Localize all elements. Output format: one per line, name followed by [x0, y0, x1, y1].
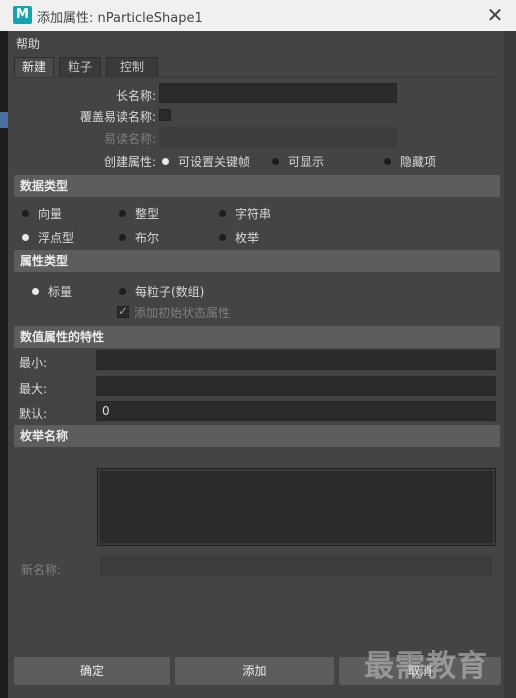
radio-dot-icon	[219, 210, 226, 217]
window-title: 添加属性: nParticleShape1	[37, 11, 203, 26]
default-label: 默认:	[19, 407, 48, 421]
radio-dot-icon	[162, 158, 169, 165]
background-accent	[0, 112, 8, 128]
background-right-strip	[504, 31, 516, 698]
background-left-strip	[0, 31, 8, 698]
radio-dot-icon	[272, 158, 279, 165]
radio-float[interactable]: 浮点型	[22, 229, 74, 246]
long-name-field[interactable]	[159, 83, 397, 103]
radio-per-particle[interactable]: 每粒子(数组)	[119, 283, 204, 300]
radio-dot-icon	[119, 210, 126, 217]
initial-state-checkbox	[117, 304, 129, 318]
nice-name-label: 易读名称:	[103, 132, 156, 146]
watermark-logo: 最需教育	[364, 649, 488, 684]
menu-help[interactable]: 帮助	[16, 35, 40, 52]
minimum-field[interactable]	[96, 350, 496, 370]
override-nice-name-label: 覆盖易读名称:	[79, 110, 156, 124]
radio-dot-icon	[32, 288, 39, 295]
radio-dot-icon	[22, 234, 29, 241]
radio-scalar[interactable]: 标量	[32, 283, 72, 300]
override-nice-name-checkbox[interactable]	[159, 109, 171, 121]
default-field[interactable]: 0	[96, 401, 496, 421]
maximum-field[interactable]	[96, 376, 496, 396]
enum-names-list	[97, 468, 496, 546]
radio-dot-icon	[22, 210, 29, 217]
new-name-label: 新名称:	[21, 563, 62, 577]
radio-dot-icon	[119, 234, 126, 241]
minimum-label: 最小:	[19, 356, 48, 370]
ok-button[interactable]: 确定	[14, 657, 170, 685]
radio-dot-icon	[384, 158, 391, 165]
radio-dot-icon	[119, 288, 126, 295]
new-name-field	[100, 556, 492, 576]
maya-app-icon: M	[13, 6, 32, 24]
close-icon[interactable]: ✕	[484, 4, 506, 26]
maximum-label: 最大:	[19, 382, 48, 396]
nice-name-field	[159, 127, 397, 147]
tab-content-new: 长名称: 覆盖易读名称: 易读名称: 创建属性: 可设置关键帧 可显示 隐藏项 …	[14, 77, 500, 645]
section-numeric-properties[interactable]: 数值属性的特性	[14, 326, 500, 348]
radio-boolean[interactable]: 布尔	[119, 229, 159, 246]
radio-enum[interactable]: 枚举	[219, 229, 259, 246]
add-button[interactable]: 添加	[175, 657, 334, 685]
make-attribute-label: 创建属性:	[103, 155, 156, 169]
tab-new[interactable]: 新建	[14, 57, 54, 77]
radio-hidden[interactable]: 隐藏项	[384, 153, 436, 170]
section-attribute-type[interactable]: 属性类型	[14, 250, 500, 272]
tab-control[interactable]: 控制	[106, 57, 158, 77]
title-bar: M 添加属性: nParticleShape1 ✕	[0, 0, 516, 31]
radio-displayable[interactable]: 可显示	[272, 153, 324, 170]
radio-integer[interactable]: 整型	[119, 205, 159, 222]
long-name-label: 长名称:	[115, 89, 156, 103]
initial-state-label: 添加初始状态属性	[134, 306, 231, 320]
radio-vector[interactable]: 向量	[22, 205, 62, 222]
radio-keyable[interactable]: 可设置关键帧	[162, 153, 250, 170]
radio-dot-icon	[219, 234, 226, 241]
add-attribute-dialog: 帮助 新建 粒子 控制 长名称: 覆盖易读名称: 易读名称: 创建属性: 可设置…	[8, 31, 504, 698]
tab-particle[interactable]: 粒子	[59, 57, 101, 77]
radio-string[interactable]: 字符串	[219, 205, 271, 222]
section-enum-names[interactable]: 枚举名称	[14, 425, 500, 447]
section-data-type[interactable]: 数据类型	[14, 175, 500, 197]
